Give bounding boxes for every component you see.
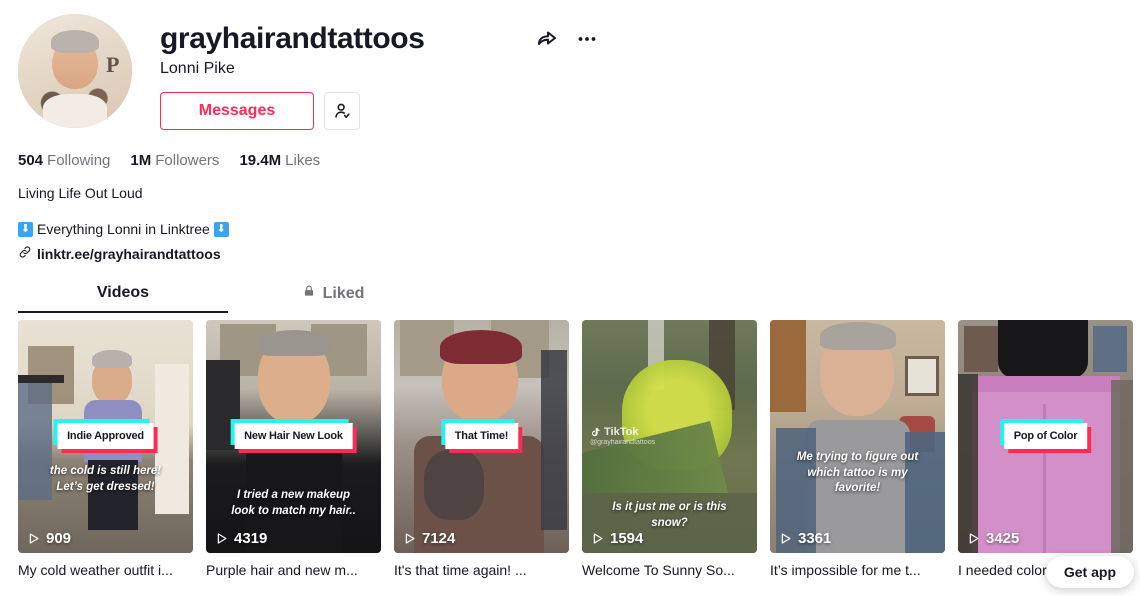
play-icon — [217, 533, 227, 544]
share-icon[interactable] — [535, 27, 559, 51]
avatar-letter: P — [106, 51, 120, 77]
username-row: grayhairandtattoos — [160, 22, 599, 55]
likes-count: 19.4M — [239, 152, 282, 169]
video-card: Pop of Color 3425 I needed color — [958, 320, 1133, 578]
down-arrow-emoji-left: ⬇ — [18, 221, 33, 237]
video-play-count: 3425 — [966, 530, 1019, 547]
video-overlay-title: Pop of Color — [1003, 423, 1088, 449]
play-count-value: 1594 — [610, 530, 644, 547]
bio-line-2-text: Everything Lonni in Linktree — [37, 221, 210, 237]
video-overlay-caption: Me trying to figure out which tattoo is m… — [796, 451, 919, 495]
video-grid: Indie Approved the cold is still here! Le… — [18, 320, 1140, 578]
profile-tabs: Videos Liked — [18, 284, 438, 313]
tiktok-note-icon — [592, 427, 600, 437]
play-icon — [593, 533, 603, 544]
avatar-body — [43, 93, 107, 128]
video-thumbnail[interactable]: Indie Approved the cold is still here! Le… — [18, 320, 193, 553]
video-overlay-caption: I tried a new makeup look to match my hai… — [231, 489, 356, 517]
video-card: TikTok @grayhairandtattoos Is it just me… — [582, 320, 757, 578]
video-card: New Hair New Look I tried a new makeup lo… — [206, 320, 381, 578]
video-caption[interactable]: My cold weather outfit i... — [18, 562, 193, 578]
stat-following[interactable]: 504 Following — [18, 152, 110, 169]
get-app-button[interactable]: Get app — [1045, 556, 1134, 588]
tab-liked-label: Liked — [322, 284, 365, 302]
video-play-count: 909 — [26, 530, 71, 547]
video-thumbnail[interactable]: New Hair New Look I tried a new makeup lo… — [206, 320, 381, 553]
watermark-handle: @grayhairandtattoos — [590, 439, 656, 446]
video-caption[interactable]: Welcome To Sunny So... — [582, 562, 757, 578]
stat-followers[interactable]: 1M Followers — [130, 152, 219, 169]
thumbnail-image — [770, 320, 945, 553]
video-play-count: 3361 — [778, 530, 831, 547]
profile-info: grayhairandtattoos Lonni Pike Messages — [160, 14, 599, 130]
play-icon — [781, 533, 791, 544]
avatar-hair — [51, 29, 99, 53]
play-count-value: 3361 — [798, 530, 832, 547]
tiktok-profile-page: P grayhairandtattoos Lonni Pike Messages… — [0, 0, 1140, 596]
video-overlay-caption: Is it just me or is this snow? — [612, 501, 727, 529]
tab-active-indicator — [18, 311, 228, 313]
lock-icon — [302, 284, 316, 303]
messages-button[interactable]: Messages — [160, 92, 314, 130]
stat-likes: 19.4M Likes — [239, 152, 320, 169]
video-caption[interactable]: It's that time again! ... — [394, 562, 569, 578]
video-card: Me trying to figure out which tattoo is m… — [770, 320, 945, 578]
video-card: Indie Approved the cold is still here! Le… — [18, 320, 193, 578]
tab-liked[interactable]: Liked — [228, 284, 438, 313]
page-title: grayhairandtattoos — [160, 22, 425, 55]
video-thumbnail[interactable]: Me trying to figure out which tattoo is m… — [770, 320, 945, 553]
down-arrow-emoji-right: ⬇ — [213, 221, 229, 237]
tiktok-watermark: TikTok @grayhairandtattoos — [590, 426, 655, 446]
video-play-count: 1594 — [590, 530, 643, 547]
video-caption[interactable]: Purple hair and new m... — [206, 562, 381, 578]
video-play-count: 4319 — [214, 530, 267, 547]
bio-line-2: ⬇ Everything Lonni in Linktree ⬇ — [18, 221, 1140, 237]
watermark-top: TikTok — [590, 426, 655, 438]
add-user-button[interactable] — [324, 92, 360, 130]
play-icon — [29, 533, 39, 544]
video-thumbnail[interactable]: Pop of Color 3425 — [958, 320, 1133, 553]
video-overlay-title: New Hair New Look — [234, 423, 353, 449]
video-overlay-caption: the cold is still here! Let’s get dressed… — [49, 465, 162, 493]
play-count-value: 4319 — [234, 530, 268, 547]
followers-count: 1M — [130, 152, 152, 169]
bio-link[interactable]: linktr.ee/grayhairandtattoos — [18, 245, 1140, 262]
profile-action-buttons: Messages — [160, 92, 599, 130]
nickname: Lonni Pike — [160, 60, 235, 77]
header-actions — [535, 27, 599, 51]
following-label: Following — [47, 152, 111, 169]
following-count: 504 — [18, 152, 44, 169]
followers-label: Followers — [155, 152, 220, 169]
link-icon — [18, 245, 32, 262]
bio-link-text: linktr.ee/grayhairandtattoos — [37, 245, 221, 262]
video-overlay-title: Indie Approved — [57, 423, 154, 449]
watermark-label: TikTok — [604, 426, 639, 438]
profile-header: P grayhairandtattoos Lonni Pike Messages — [0, 0, 1140, 130]
video-play-count: 7124 — [402, 530, 455, 547]
video-caption[interactable]: It’s impossible for me t... — [770, 562, 945, 578]
more-options-icon[interactable] — [575, 27, 599, 51]
play-count-value: 3425 — [986, 530, 1020, 547]
likes-label: Likes — [285, 152, 321, 169]
bio-line-1: Living Life Out Loud — [18, 185, 143, 201]
play-count-value: 7124 — [422, 530, 456, 547]
video-thumbnail[interactable]: That Time! 7124 — [394, 320, 569, 553]
play-count-value: 909 — [46, 530, 72, 547]
avatar[interactable]: P — [18, 14, 132, 128]
video-thumbnail[interactable]: TikTok @grayhairandtattoos Is it just me… — [582, 320, 757, 553]
profile-stats: 504 Following 1M Followers 19.4M Likes — [18, 152, 1140, 169]
video-card: That Time! 7124 It's that time again! ..… — [394, 320, 569, 578]
tab-videos[interactable]: Videos — [18, 284, 228, 313]
video-overlay-title: That Time! — [444, 423, 519, 449]
play-icon — [405, 533, 415, 544]
play-icon — [969, 533, 979, 544]
